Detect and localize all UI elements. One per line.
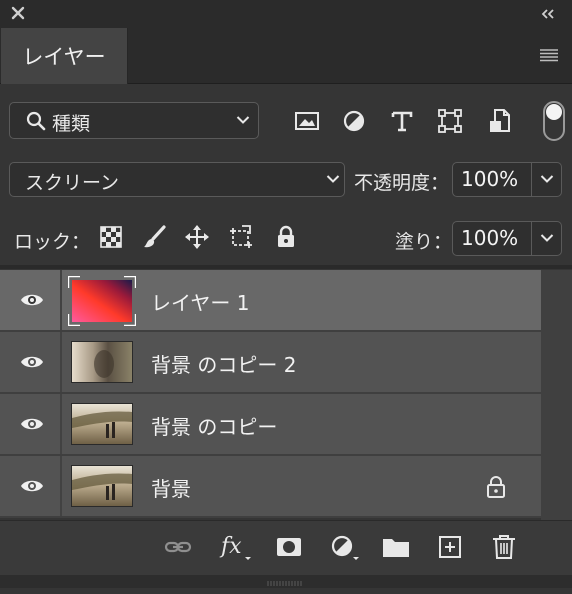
layer-thumbnail — [71, 403, 133, 445]
layer-name: 背景 のコピー — [151, 415, 278, 439]
layer-row-layer1[interactable]: レイヤー 1 — [0, 270, 541, 332]
filter-kind-dropdown[interactable]: 種類 — [9, 102, 259, 139]
title-bar — [0, 0, 572, 28]
blend-mode-value: スクリーン — [25, 172, 120, 194]
fx-icon[interactable]: fx — [219, 533, 251, 561]
new-layer-icon[interactable] — [436, 533, 464, 561]
tab-layers[interactable]: レイヤー — [1, 28, 128, 84]
lock-label: ロック： — [14, 231, 91, 253]
opacity-value: 100% — [461, 167, 519, 191]
visibility-toggle[interactable] — [0, 270, 62, 330]
chevron-down-icon — [540, 234, 554, 242]
layer-thumbnail — [71, 341, 133, 383]
lock-artboard-icon[interactable] — [228, 224, 254, 250]
layer-thumbnail — [71, 465, 133, 507]
lock-all-icon[interactable] — [273, 224, 299, 250]
layer-row-bg[interactable]: 背景 — [0, 456, 541, 518]
chevron-down-icon — [326, 175, 340, 183]
fill-value: 100% — [461, 226, 519, 250]
folder-icon[interactable] — [381, 533, 409, 561]
eye-icon — [21, 356, 43, 368]
layer-name: 背景 — [151, 477, 191, 501]
fill-dropdown-button[interactable] — [532, 221, 562, 256]
smart-object-filter-icon[interactable] — [487, 108, 513, 134]
filter-kind-label: 種類 — [52, 113, 91, 135]
close-icon[interactable] — [9, 4, 27, 22]
filter-toggle-switch[interactable] — [543, 101, 565, 141]
eye-icon — [21, 418, 43, 430]
fill-input[interactable]: 100% — [452, 221, 532, 256]
hamburger-menu-icon[interactable] — [538, 47, 560, 63]
type-filter-icon[interactable] — [389, 108, 415, 134]
link-layers-icon[interactable] — [164, 533, 192, 561]
scrollbar-track[interactable] — [541, 270, 572, 520]
chevron-down-icon — [236, 116, 250, 124]
visibility-toggle[interactable] — [0, 456, 62, 516]
trash-icon[interactable] — [490, 533, 518, 561]
eye-icon — [21, 294, 43, 306]
layer-thumbnail — [66, 274, 138, 328]
fill-label: 塗り： — [395, 231, 453, 253]
lock-image-pixels-icon[interactable] — [142, 224, 168, 250]
lock-position-icon[interactable] — [184, 224, 210, 250]
svg-text:fx: fx — [219, 534, 242, 559]
toggle-knob — [546, 104, 562, 120]
layer-name: 背景 のコピー 2 — [151, 353, 297, 377]
chevron-down-icon — [540, 175, 554, 183]
lock-icon — [487, 476, 505, 498]
shape-filter-icon[interactable] — [437, 108, 463, 134]
double-chevron-left-icon[interactable] — [538, 6, 558, 20]
blend-mode-dropdown[interactable]: スクリーン — [9, 162, 345, 197]
mask-icon[interactable] — [275, 533, 303, 561]
tab-layers-label: レイヤー — [22, 45, 106, 69]
opacity-input[interactable]: 100% — [452, 162, 532, 197]
layer-name: レイヤー 1 — [151, 291, 250, 315]
visibility-toggle[interactable] — [0, 332, 62, 392]
image-filter-icon[interactable] — [294, 108, 320, 134]
resize-grip[interactable] — [0, 575, 572, 588]
visibility-toggle[interactable] — [0, 394, 62, 454]
opacity-dropdown-button[interactable] — [532, 162, 562, 197]
layer-row-bg-copy-2[interactable]: 背景 のコピー 2 — [0, 332, 541, 394]
lock-transparent-pixels-icon[interactable] — [98, 224, 124, 250]
opacity-label: 不透明度： — [354, 172, 450, 194]
adjustment-layer-icon[interactable] — [329, 533, 359, 561]
layer-row-bg-copy[interactable]: 背景 のコピー — [0, 394, 541, 456]
eye-icon — [21, 480, 43, 492]
search-icon — [26, 111, 46, 131]
adjustment-filter-icon[interactable] — [341, 108, 367, 134]
divider — [0, 265, 572, 269]
